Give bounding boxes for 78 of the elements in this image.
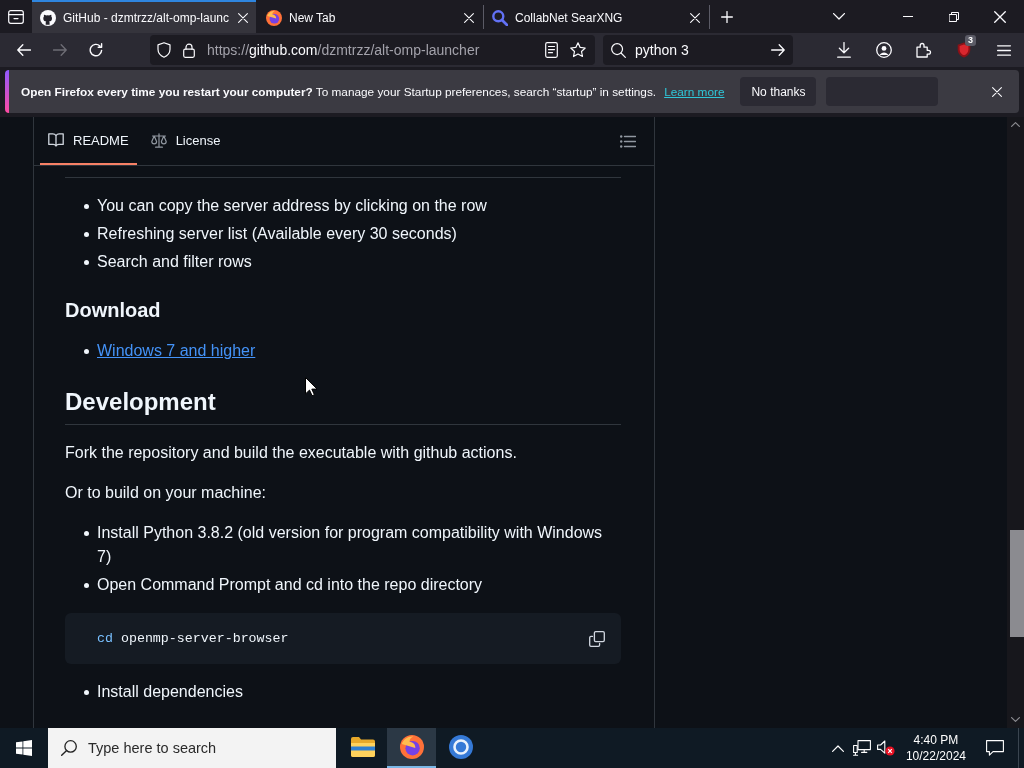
tab-list-icon[interactable] xyxy=(8,9,24,24)
shield-extension-icon[interactable] xyxy=(957,42,971,58)
bullet-icon xyxy=(84,259,89,265)
search-field[interactable]: Type here to search xyxy=(48,728,336,768)
scroll-up-icon[interactable] xyxy=(1011,122,1020,127)
bullet-icon xyxy=(84,530,89,536)
list-item-text: Refreshing server list (Available every 30 seconds) xyxy=(97,224,457,244)
url-text: https://github.com/dzmtrzz/alt-omp-launcher xyxy=(207,42,481,58)
shield-icon[interactable] xyxy=(157,42,171,58)
code-line: cd openmp-server-browser xyxy=(97,630,289,648)
chevron-down-icon[interactable] xyxy=(833,13,845,20)
bullet-icon xyxy=(84,689,89,695)
browser-tab[interactable]: GitHub - dzmtrzz/alt-omp-launc xyxy=(32,0,256,33)
url-field[interactable]: https://github.com/dzmtrzz/alt-omp-launcher xyxy=(150,35,595,65)
document-icon[interactable] xyxy=(545,42,558,58)
list-item-text: Search and filter rows xyxy=(97,252,252,272)
list-item-text: Open Command Prompt and cd into the repo directory xyxy=(97,575,483,595)
clock-date[interactable]: 10/22/2024 xyxy=(905,748,966,764)
cat-logo-icon xyxy=(40,9,56,26)
network-icon[interactable] xyxy=(852,740,871,756)
notification-button[interactable]: No thanks xyxy=(740,77,817,106)
download-icon[interactable] xyxy=(837,42,851,58)
scrollbar[interactable] xyxy=(1007,117,1024,728)
learn-more-link[interactable]: Learn more xyxy=(664,84,725,99)
count-badge: 3 xyxy=(965,35,976,46)
speaker-icon[interactable] xyxy=(876,740,895,756)
clock-time[interactable]: 4:40 PM xyxy=(913,732,959,748)
menu-icon[interactable] xyxy=(997,44,1011,56)
readme-tab[interactable]: README xyxy=(40,117,137,165)
list-item-text: Install dependencies xyxy=(97,682,243,703)
copy-icon[interactable] xyxy=(589,630,605,647)
search-field[interactable]: python 3 xyxy=(603,35,793,65)
section-heading: Development xyxy=(65,387,216,417)
folder-icon xyxy=(350,737,375,757)
bullet-icon xyxy=(84,582,89,588)
browser-tab[interactable]: New Tab xyxy=(258,0,482,33)
plus-icon[interactable] xyxy=(721,10,733,23)
speech-bubble-icon[interactable] xyxy=(986,740,1004,756)
start-icon[interactable] xyxy=(16,740,32,756)
readme-tab[interactable]: License xyxy=(142,117,229,165)
list-item-text: Install Python 3.8.2 (old version for program compatibility with Windows 7) xyxy=(97,523,604,567)
ring-logo-icon xyxy=(448,735,473,759)
list-item-text: You can copy the server address by clicking on the row xyxy=(97,196,487,216)
close-icon[interactable] xyxy=(690,12,700,23)
close-icon[interactable] xyxy=(238,12,248,23)
search-icon xyxy=(61,740,77,756)
paragraph: Or to build on your machine: xyxy=(65,483,267,503)
download-link[interactable]: Windows 7 and higher xyxy=(97,339,256,363)
bullet-icon xyxy=(84,231,89,237)
chevron-up-icon[interactable] xyxy=(831,744,844,752)
account-icon[interactable] xyxy=(876,42,892,58)
taskbar-button[interactable] xyxy=(387,728,436,768)
outline-list-icon[interactable] xyxy=(620,134,636,148)
bullet-icon xyxy=(84,203,89,209)
fox-logo-icon xyxy=(399,735,424,759)
notification-message: Open Firefox every time you restart your computer? To manage your Startup preferences, search “startup” in settings. xyxy=(21,84,657,99)
magnifier-icon xyxy=(492,9,508,26)
scrollbar-thumb[interactable] xyxy=(1010,530,1024,637)
star-icon[interactable] xyxy=(570,42,586,58)
close-icon[interactable] xyxy=(464,12,474,23)
close-icon[interactable] xyxy=(994,10,1006,23)
mouse-pointer-icon xyxy=(305,377,317,396)
book-icon xyxy=(48,133,64,147)
scroll-down-icon[interactable] xyxy=(1011,717,1020,722)
back-icon[interactable] xyxy=(17,44,31,56)
fox-logo-icon xyxy=(266,9,282,26)
section-heading: Download xyxy=(65,298,162,323)
bullet-icon xyxy=(84,348,89,354)
scale-icon xyxy=(150,132,167,148)
restore-icon[interactable] xyxy=(949,11,959,22)
arrow-right-icon[interactable] xyxy=(771,44,785,56)
paragraph: Fork the repository and build the executable with github actions. xyxy=(65,443,518,463)
close-icon[interactable] xyxy=(992,86,1002,97)
browser-tab[interactable]: CollabNet SearXNG xyxy=(484,0,708,33)
puzzle-icon[interactable] xyxy=(916,42,932,58)
reload-icon[interactable] xyxy=(89,43,103,57)
lock-icon[interactable] xyxy=(183,42,195,58)
search-icon xyxy=(611,43,626,58)
